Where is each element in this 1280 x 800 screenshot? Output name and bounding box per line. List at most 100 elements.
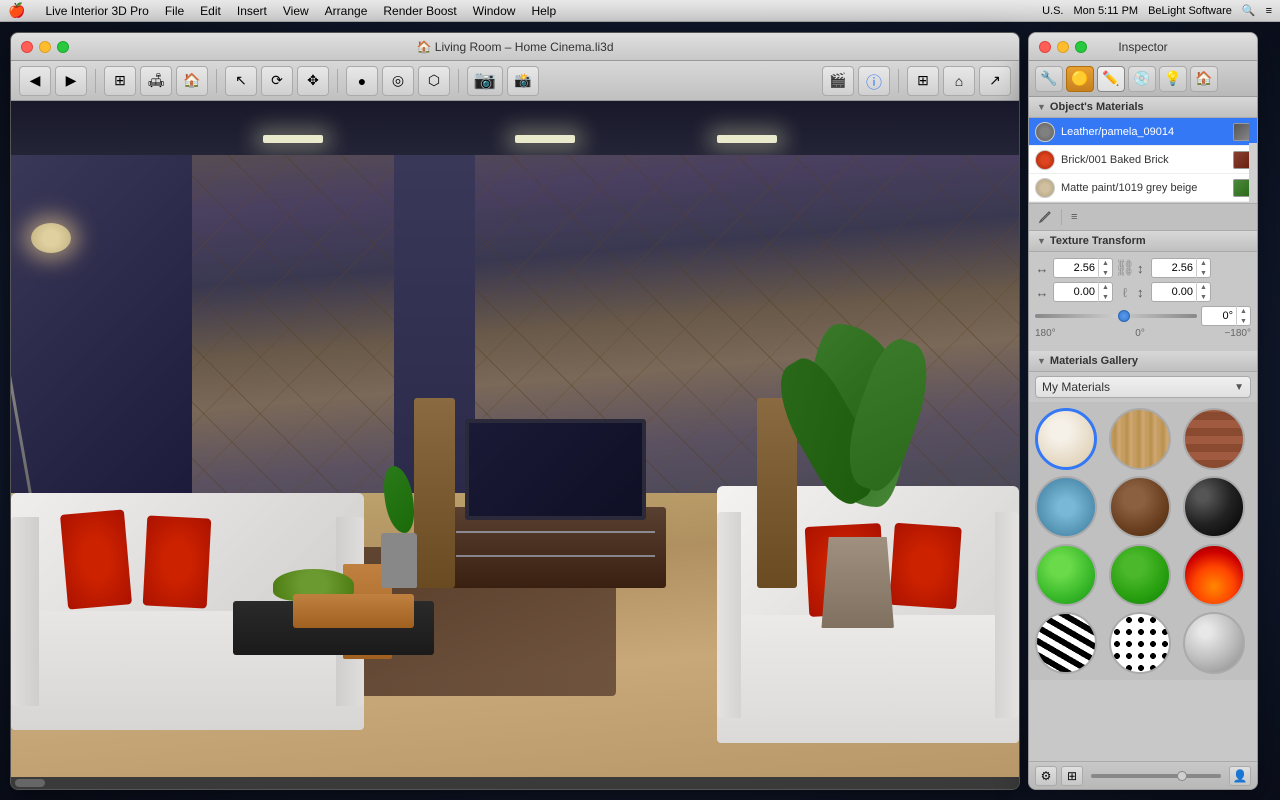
tt-offsetx-input-group[interactable]: ▲ ▼: [1053, 282, 1113, 302]
gallery-item-spots[interactable]: [1109, 612, 1171, 674]
tt-offsety-input-group[interactable]: ▲ ▼: [1151, 282, 1211, 302]
scrollbar-thumb[interactable]: [15, 779, 45, 787]
menu-view[interactable]: View: [283, 4, 309, 18]
tt-height-down[interactable]: ▼: [1197, 268, 1210, 278]
tt-height-input-group[interactable]: ▲ ▼: [1151, 258, 1211, 278]
inspector-gear-button[interactable]: ⚙: [1035, 766, 1057, 786]
menu-edit[interactable]: Edit: [200, 4, 221, 18]
tt-width-input-group[interactable]: ▲ ▼: [1053, 258, 1113, 278]
menu-appname[interactable]: Live Interior 3D Pro: [45, 4, 148, 18]
pan-tool-button[interactable]: ✥: [297, 66, 329, 96]
orbit-tool-button[interactable]: ⟳: [261, 66, 293, 96]
inspector-minimize-button[interactable]: [1057, 41, 1069, 53]
gallery-item-fire[interactable]: [1183, 544, 1245, 606]
tt-width-stepper[interactable]: ▲ ▼: [1098, 258, 1112, 278]
inspector-add-button[interactable]: ⊞: [1061, 766, 1083, 786]
tt-offsetx-input[interactable]: [1054, 286, 1098, 298]
tab-object[interactable]: 🟡: [1066, 66, 1094, 92]
tt-offsetx-up[interactable]: ▲: [1099, 282, 1112, 292]
material-item-2[interactable]: Matte paint/1019 grey beige: [1029, 174, 1257, 202]
info-button[interactable]: ⓘ: [858, 66, 890, 96]
tab-texture[interactable]: 💿: [1128, 66, 1156, 92]
rotation-slider-thumb[interactable]: [1118, 310, 1130, 322]
nav-back-button[interactable]: ◀: [19, 66, 51, 96]
materials-list[interactable]: Leather/pamela_09014 Brick/001 Baked Bri…: [1029, 118, 1257, 203]
rotation-down[interactable]: ▼: [1237, 316, 1250, 326]
circle-tool-button[interactable]: ●: [346, 66, 378, 96]
tt-offsety-input[interactable]: [1152, 286, 1196, 298]
camera-import-button[interactable]: 📷: [467, 66, 503, 96]
tt-width-up[interactable]: ▲: [1099, 258, 1112, 268]
menu-window[interactable]: Window: [473, 4, 516, 18]
gallery-dropdown[interactable]: My Materials ▼: [1035, 376, 1251, 398]
render-button[interactable]: 🎬: [822, 66, 854, 96]
apple-menu[interactable]: 🍎: [8, 2, 25, 19]
menu-arrange[interactable]: Arrange: [325, 4, 368, 18]
home-button[interactable]: 🏠: [176, 66, 208, 96]
menubar-menu-icon[interactable]: ≡: [1266, 5, 1272, 17]
view-2d-button[interactable]: ⊞: [907, 66, 939, 96]
eyedropper-button[interactable]: [1035, 207, 1055, 227]
rotation-input[interactable]: [1202, 310, 1236, 322]
gallery-item-zebra[interactable]: [1035, 612, 1097, 674]
gallery-item-water[interactable]: [1035, 476, 1097, 538]
menu-render-boost[interactable]: Render Boost: [383, 4, 456, 18]
menu-file[interactable]: File: [165, 4, 184, 18]
viewport[interactable]: [11, 101, 1019, 777]
material-options-btn[interactable]: ≡: [1068, 211, 1080, 223]
tab-materials[interactable]: ✏️: [1097, 66, 1125, 92]
bottom-slider-container[interactable]: [1091, 770, 1221, 782]
inspector-close-button[interactable]: [1039, 41, 1051, 53]
menubar-search-icon[interactable]: 🔍: [1242, 4, 1256, 17]
bottom-slider-thumb[interactable]: [1177, 771, 1187, 781]
tt-height-up[interactable]: ▲: [1197, 258, 1210, 268]
screenshot-button[interactable]: 📸: [507, 66, 539, 96]
materials-gallery-header: ▼ Materials Gallery: [1029, 351, 1257, 372]
window-close-button[interactable]: [21, 41, 33, 53]
tt-offsety-up[interactable]: ▲: [1197, 282, 1210, 292]
material-item-0[interactable]: Leather/pamela_09014: [1029, 118, 1257, 146]
gallery-item-metal[interactable]: [1183, 612, 1245, 674]
material-item-1[interactable]: Brick/001 Baked Brick: [1029, 146, 1257, 174]
inspector-maximize-button[interactable]: [1075, 41, 1087, 53]
gallery-item-black-shiny[interactable]: [1183, 476, 1245, 538]
nav-forward-button[interactable]: ▶: [55, 66, 87, 96]
tt-height-stepper[interactable]: ▲ ▼: [1196, 258, 1210, 278]
rotation-input-group[interactable]: ▲ ▼: [1201, 306, 1251, 326]
rotation-slider-container[interactable]: [1035, 308, 1197, 324]
tab-properties[interactable]: 🔧: [1035, 66, 1063, 92]
viewport-scrollbar[interactable]: [11, 777, 1019, 789]
tt-width-input[interactable]: [1054, 262, 1098, 274]
menu-insert[interactable]: Insert: [237, 4, 267, 18]
sphere-tool-button[interactable]: ◎: [382, 66, 414, 96]
tt-offsetx-stepper[interactable]: ▲ ▼: [1098, 282, 1112, 302]
tab-light[interactable]: 💡: [1159, 66, 1187, 92]
tt-width-down[interactable]: ▼: [1099, 268, 1112, 278]
window-minimize-button[interactable]: [39, 41, 51, 53]
furniture-button[interactable]: 🛋: [140, 66, 172, 96]
tab-scene[interactable]: 🏠: [1190, 66, 1218, 92]
menu-help[interactable]: Help: [531, 4, 556, 18]
tt-offsety-down[interactable]: ▼: [1197, 292, 1210, 302]
rotation-up[interactable]: ▲: [1237, 306, 1250, 316]
view-3d-button[interactable]: ↗: [979, 66, 1011, 96]
select-tool-button[interactable]: ↖: [225, 66, 257, 96]
tt-height-input[interactable]: [1152, 262, 1196, 274]
gallery-dropdown-label: My Materials: [1042, 380, 1110, 394]
tt-offsetx-down[interactable]: ▼: [1099, 292, 1112, 302]
rotation-stepper[interactable]: ▲ ▼: [1236, 306, 1250, 326]
cylinder-tool-button[interactable]: ⬡: [418, 66, 450, 96]
gallery-item-green-dark[interactable]: [1109, 544, 1171, 606]
gallery-item-green-bright[interactable]: [1035, 544, 1097, 606]
gallery-item-brown-dark[interactable]: [1109, 476, 1171, 538]
floor-plan-icon: ⊞: [114, 72, 126, 89]
window-maximize-button[interactable]: [57, 41, 69, 53]
gallery-item-brick[interactable]: [1183, 408, 1245, 470]
floor-plan-button[interactable]: ⊞: [104, 66, 136, 96]
view-house-button[interactable]: ⌂: [943, 66, 975, 96]
tt-offsety-stepper[interactable]: ▲ ▼: [1196, 282, 1210, 302]
inspector-person-button[interactable]: 👤: [1229, 766, 1251, 786]
gallery-item-cream[interactable]: [1035, 408, 1097, 470]
materials-scrollbar[interactable]: [1249, 118, 1257, 202]
gallery-item-wood-light[interactable]: [1109, 408, 1171, 470]
